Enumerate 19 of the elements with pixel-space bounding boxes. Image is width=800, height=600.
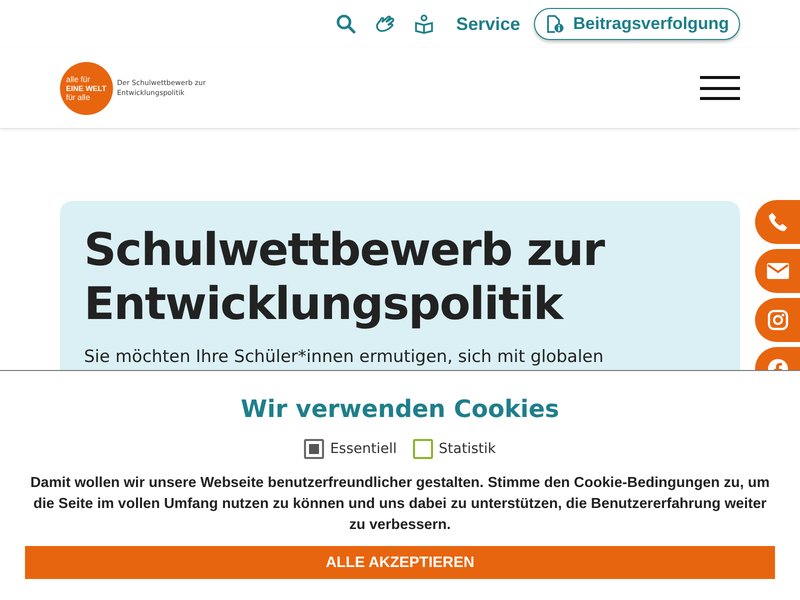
hero-title: Schulwettbewerb zur Entwicklungspolitik <box>84 223 606 331</box>
checkbox-label: Essentiell <box>330 441 397 457</box>
search-icon[interactable] <box>334 12 358 36</box>
cookie-title: Wir verwenden Cookies <box>240 395 560 423</box>
checkbox[interactable] <box>412 439 433 459</box>
accept-button[interactable]: ALLE AKZEPTIEREN <box>25 546 775 579</box>
phone-button[interactable] <box>755 200 800 244</box>
phone-icon <box>766 211 788 233</box>
cookie-text: Damit wollen wir unsere Webseite benutzerfreundlicher gestalten. Stimme den Cookie-Bedingungen zu, um die Seite im vollen Umfang nutzen zu können und uns dabei zu unterstützen, die Benutzererfahrung weiter zu verbessern. <box>30 474 770 535</box>
checkbox-label: Statistik <box>438 441 496 457</box>
document-info-icon <box>545 14 566 34</box>
hero-text: Sie möchten Ihre Schüler*innen ermutigen, sich mit globalen <box>84 347 605 367</box>
instagram-button[interactable] <box>755 298 800 342</box>
mail-button[interactable] <box>755 249 800 293</box>
tracking-button[interactable]: Beitragsverfolgung <box>534 8 740 40</box>
instagram-icon <box>766 309 788 331</box>
mail-icon <box>766 262 790 280</box>
service-link[interactable]: Service <box>456 14 520 34</box>
menu-icon[interactable] <box>700 76 740 100</box>
